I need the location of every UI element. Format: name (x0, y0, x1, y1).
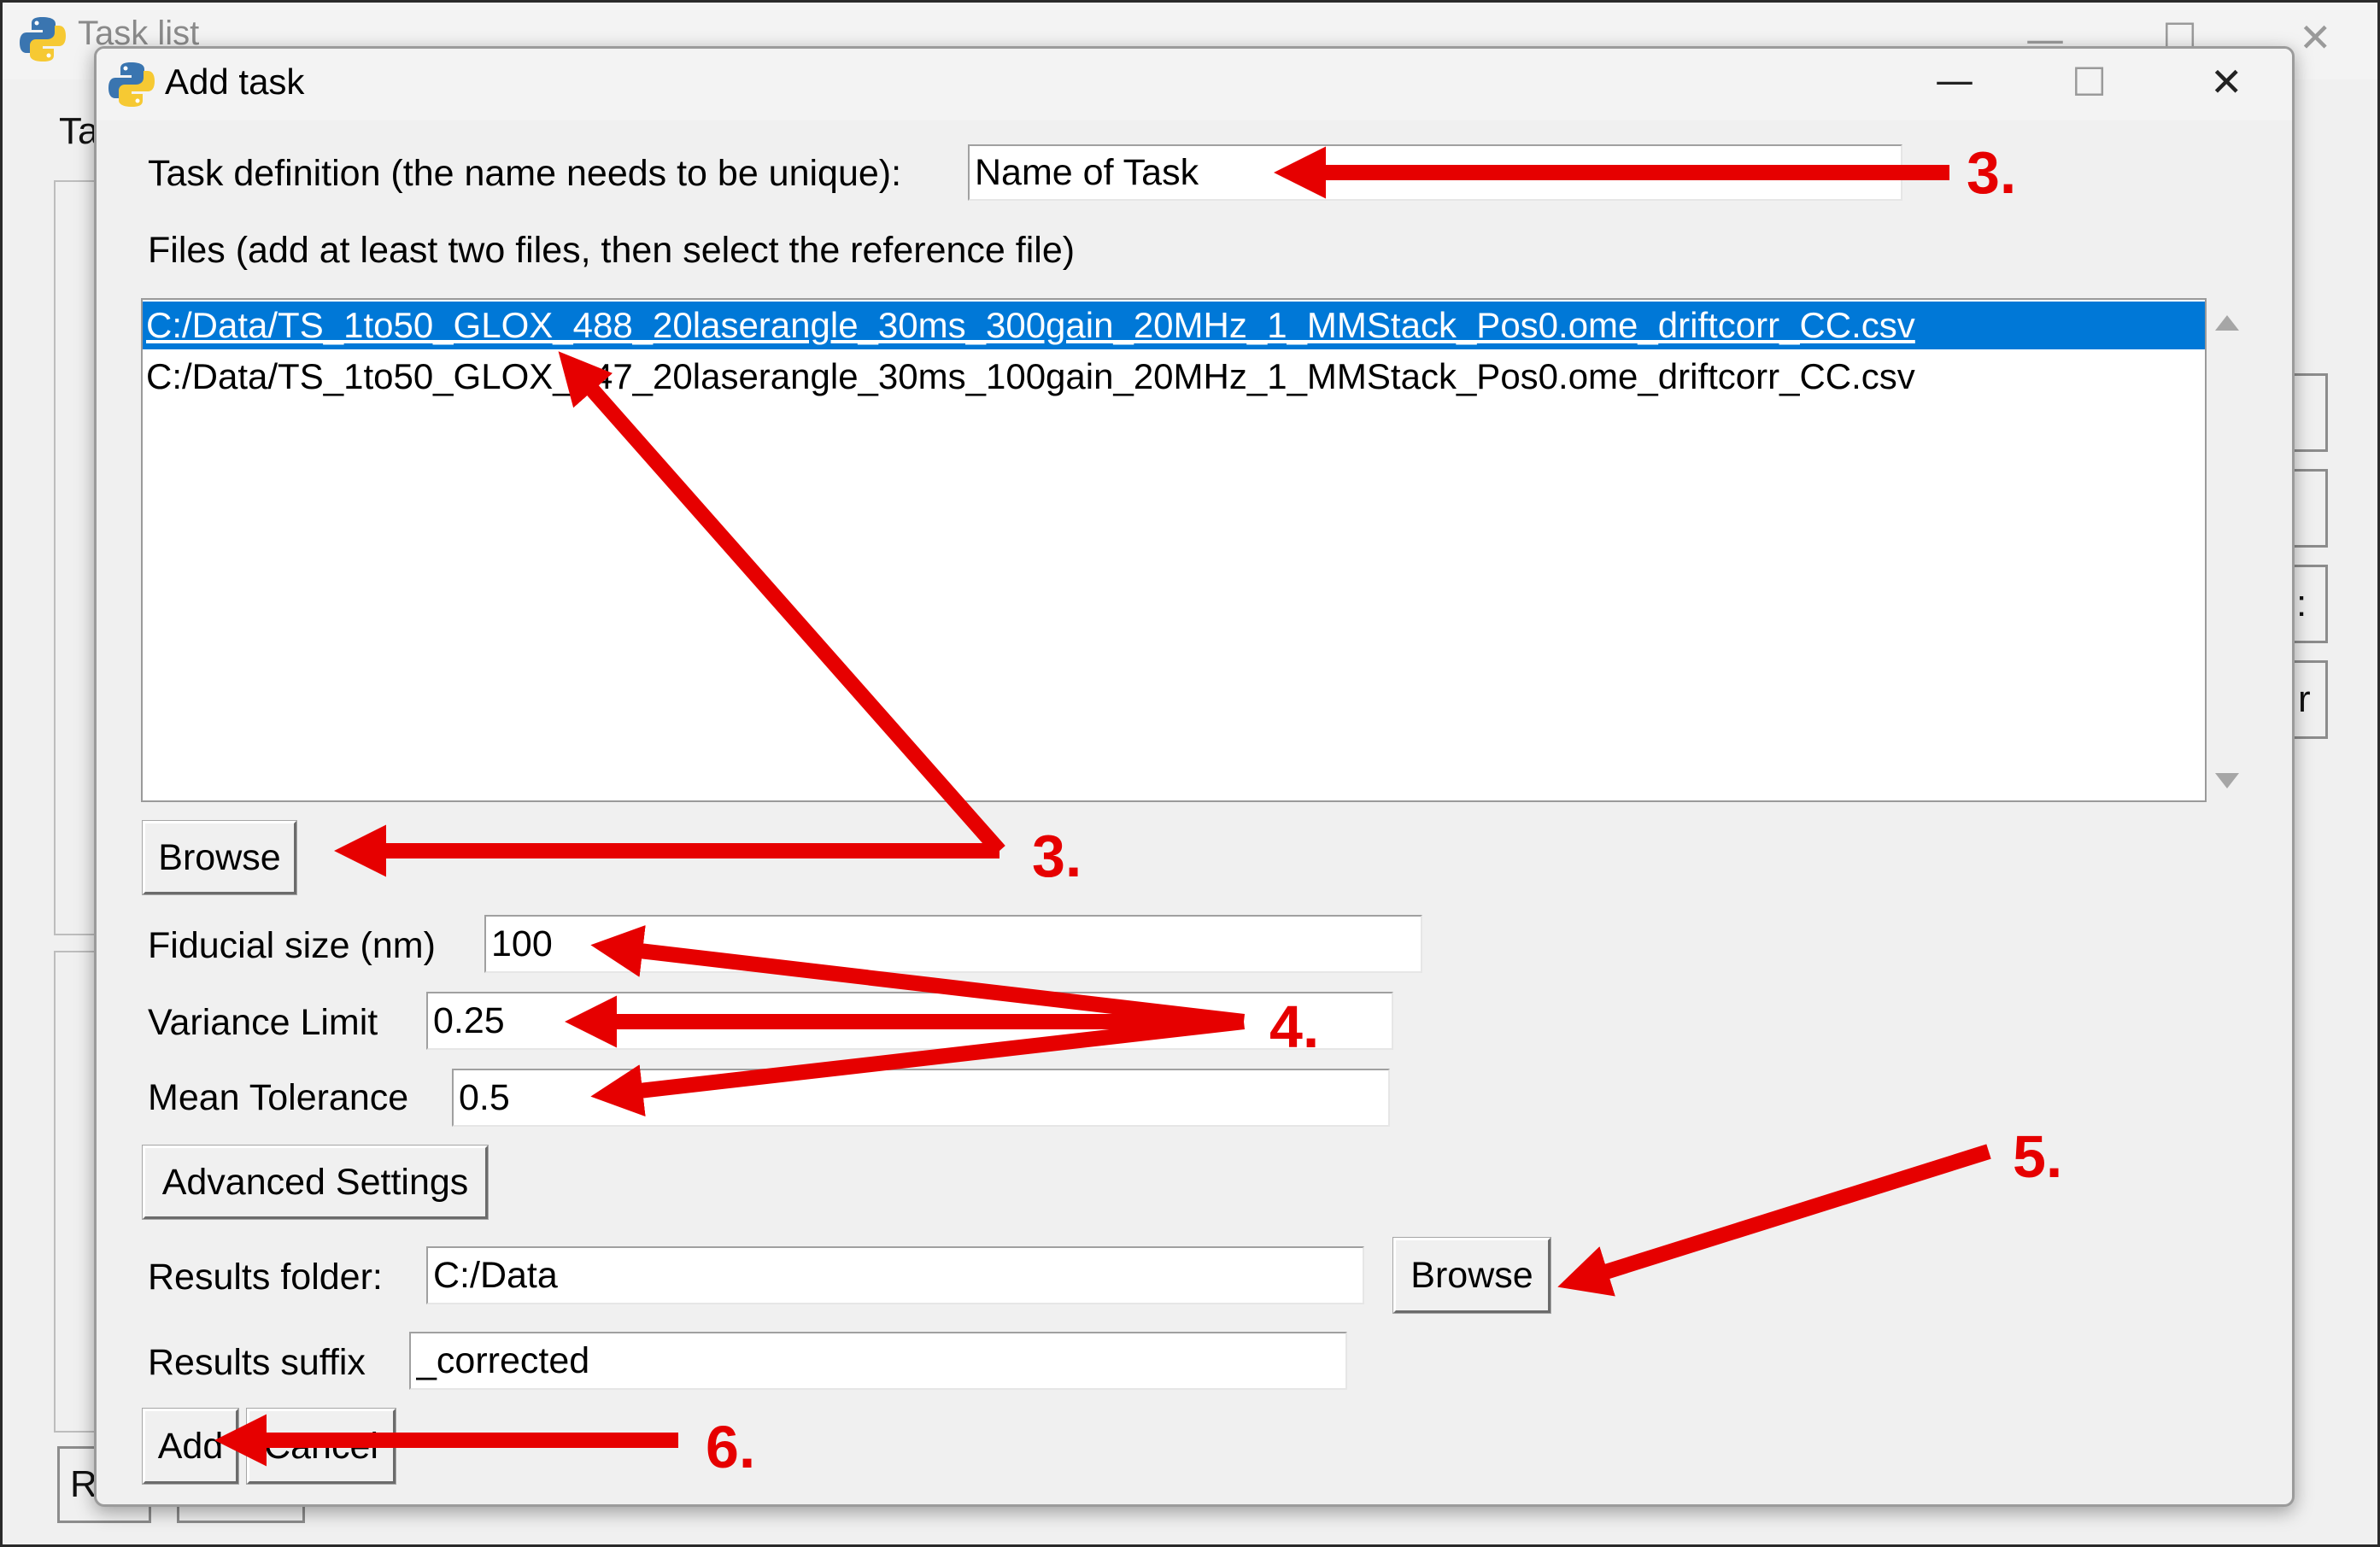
results-folder-label: Results folder: (148, 1257, 383, 1298)
browse-files-button[interactable]: Browse (142, 820, 297, 895)
add-button[interactable]: Add (142, 1408, 239, 1485)
file-list-scrollbar[interactable] (2210, 298, 2244, 802)
python-icon (20, 17, 66, 62)
minimize-icon[interactable]: — (1935, 61, 1974, 100)
browse-results-folder-button[interactable]: Browse (1392, 1237, 1551, 1314)
task-definition-label: Task definition (the name needs to be un… (148, 153, 902, 194)
close-icon[interactable]: ✕ (2210, 62, 2243, 102)
task-name-input[interactable] (968, 144, 1902, 201)
annotation-step-4: 4. (1269, 993, 1320, 1060)
cancel-button[interactable]: Cancel (246, 1408, 396, 1485)
scroll-down-icon[interactable] (2215, 773, 2239, 788)
fiducial-size-input[interactable] (484, 915, 1422, 973)
annotation-step-5: 5. (2013, 1123, 2063, 1190)
advanced-settings-button[interactable]: Advanced Settings (142, 1145, 489, 1220)
results-folder-input[interactable] (426, 1246, 1364, 1304)
scroll-up-icon[interactable] (2215, 315, 2239, 331)
bg-close-icon[interactable]: ✕ (2299, 18, 2332, 57)
annotation-step-3: 3. (1032, 823, 1082, 889)
mean-tolerance-input[interactable] (452, 1069, 1390, 1127)
mean-tolerance-label: Mean Tolerance (148, 1077, 409, 1118)
results-suffix-input[interactable] (409, 1332, 1347, 1390)
results-suffix-label: Results suffix (148, 1342, 366, 1383)
python-icon (108, 62, 155, 107)
files-label: Files (add at least two files, then sele… (148, 230, 1076, 271)
dialog-title: Add task (165, 62, 305, 102)
add-task-dialog: Add task — ☐ ✕ Task definition (the name… (94, 46, 2295, 1507)
file-listbox[interactable]: C:/Data/TS_1to50_GLOX_488_20laserangle_3… (141, 298, 2207, 802)
annotation-step-3: 3. (1967, 139, 2017, 206)
fiducial-size-label: Fiducial size (nm) (148, 925, 436, 966)
maximize-icon[interactable]: ☐ (2072, 62, 2107, 102)
variance-limit-input[interactable] (426, 992, 1393, 1050)
dialog-titlebar: Add task — ☐ ✕ (97, 49, 2292, 120)
bg-label-fragment: Ta (59, 110, 99, 152)
variance-limit-label: Variance Limit (148, 1002, 378, 1043)
annotation-step-6: 6. (706, 1414, 756, 1480)
file-list-item[interactable]: C:/Data/TS_1to50_GLOX_488_20laserangle_3… (143, 302, 2205, 349)
file-list-item[interactable]: C:/Data/TS_1to50_GLOX_647_20laserangle_3… (143, 353, 2205, 401)
